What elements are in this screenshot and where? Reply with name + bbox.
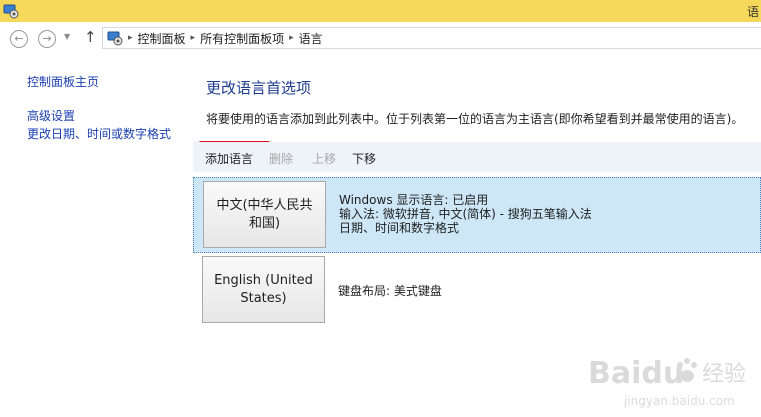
- add-language-button[interactable]: 添加语言: [198, 141, 271, 172]
- keyboard-layout-info: 键盘布局: 美式键盘: [338, 284, 442, 298]
- display-language-status: Windows 显示语言: 已启用: [339, 193, 489, 207]
- move-down-button[interactable]: 下移: [352, 150, 376, 167]
- language-tile[interactable]: English (United States): [202, 256, 325, 323]
- remove-button[interactable]: 删除: [269, 150, 293, 167]
- language-tile[interactable]: 中文(中华人民共和国): [203, 181, 326, 248]
- chevron-right-icon[interactable]: ▸: [289, 33, 294, 43]
- control-panel-icon: [3, 4, 19, 19]
- window-title: 语: [746, 5, 759, 19]
- watermark-url: jingyan.baidu.com: [623, 394, 735, 408]
- chevron-right-icon[interactable]: ▸: [191, 33, 196, 43]
- watermark-brand: Baidu: [588, 356, 684, 391]
- language-details: Windows 显示语言: 已启用 输入法: 微软拼音, 中文(简体) - 搜狗…: [339, 193, 592, 235]
- nav-advanced-settings[interactable]: 高级设置: [27, 108, 187, 124]
- language-toolbar: 添加语言 删除 上移 下移: [193, 141, 761, 172]
- format-info: 日期、时间和数字格式: [339, 221, 460, 235]
- control-panel-icon: [107, 31, 123, 46]
- language-row-chinese[interactable]: 中文(中华人民共和国) Windows 显示语言: 已启用 输入法: 微软拼音,…: [193, 177, 761, 253]
- add-language-label: 添加语言: [205, 152, 254, 166]
- chevron-right-icon[interactable]: ▸: [128, 33, 133, 43]
- breadcrumb-control-panel[interactable]: 控制面板: [138, 30, 186, 47]
- forward-arrow-icon[interactable]: →: [38, 30, 56, 48]
- nav-change-date-time[interactable]: 更改日期、时间或数字格式: [27, 126, 187, 142]
- breadcrumb-all-items[interactable]: 所有控制面板项: [200, 30, 284, 47]
- language-row-english[interactable]: English (United States) 键盘布局: 美式键盘: [193, 253, 761, 329]
- page-description: 将要使用的语言添加到此列表中。位于列表第一位的语言为主语言(即你希望看到并最常使…: [206, 112, 744, 126]
- back-arrow-icon[interactable]: ←: [10, 30, 28, 48]
- up-arrow-icon[interactable]: ↑: [84, 28, 97, 46]
- input-method-info: 输入法: 微软拼音, 中文(简体) - 搜狗五笔输入法: [339, 207, 592, 221]
- language-details: 键盘布局: 美式键盘: [338, 284, 442, 298]
- nav-control-panel-home[interactable]: 控制面板主页: [27, 74, 187, 90]
- window-title-bar: 语: [0, 0, 761, 22]
- baidu-watermark: Baidu 经验 jingyan.baidu.com: [588, 356, 746, 408]
- watermark-product: 经验: [702, 362, 746, 387]
- left-nav: 控制面板主页 高级设置 更改日期、时间或数字格式: [27, 74, 187, 142]
- address-toolbar: ← → ▼ ↑ ▸ 控制面板 ▸ 所有控制面板项 ▸ 语言: [0, 22, 761, 56]
- address-box[interactable]: ▸ 控制面板 ▸ 所有控制面板项 ▸ 语言: [102, 27, 761, 49]
- page-title: 更改语言首选项: [206, 79, 312, 97]
- move-up-button[interactable]: 上移: [312, 150, 336, 167]
- breadcrumb-language[interactable]: 语言: [299, 30, 323, 47]
- chevron-down-icon[interactable]: ▼: [64, 32, 70, 41]
